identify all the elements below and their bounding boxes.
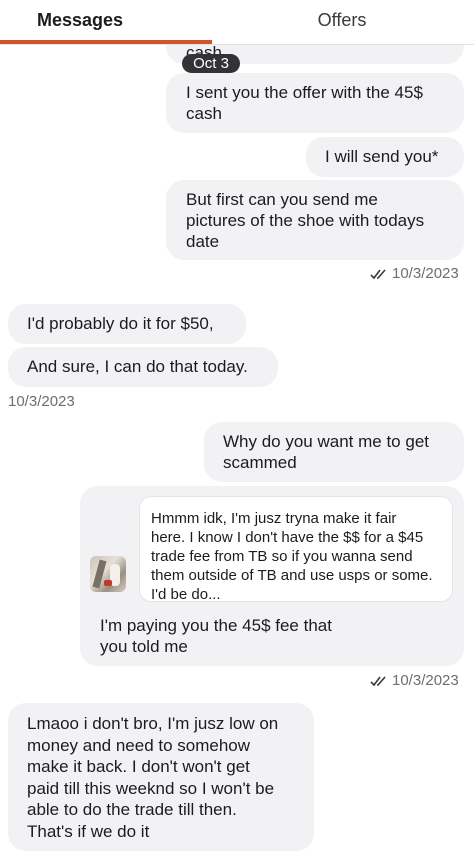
message-line: able to do the trade till then. [27,800,237,819]
quoted-message-card[interactable]: Hmmm idk, I'm jusz tryna make it fair he… [139,496,453,603]
active-tab-indicator [0,40,212,44]
message-line: Why do you want me to get [223,432,429,451]
message-line: scammed [223,453,297,472]
message-bubble-received[interactable]: Lmaoo i don't bro, I'm jusz low on money… [8,703,314,851]
message-bubble-sent[interactable]: But first can you send me pictures of th… [166,180,464,260]
quoted-line: Hmmm idk, I'm jusz tryna make it fair [151,510,397,527]
message-line: you told me [100,637,188,656]
message-line: That's if we do it [27,821,150,841]
message-line: make it back. I don't won't get [27,757,250,776]
message-line: date [186,232,220,251]
message-line: I'm paying you the 45$ fee that [100,616,332,635]
quoted-line: them outside of TB and use usps or some. [151,567,433,584]
tab-bar: Messages Offers [0,0,474,45]
message-bubble-received[interactable]: And sure, I can do that today. [8,347,278,387]
message-bubble-sent[interactable]: Why do you want me to get scammed [204,422,464,482]
message-bubble-received[interactable]: I'd probably do it for $50, [8,304,246,344]
message-bubble-sent[interactable]: I will send you* [306,137,464,177]
quoted-line: here. I know I don't have the $$ for a $… [151,529,424,546]
quoted-line: I'd be do... [151,586,221,603]
status-time: 10/3/2023 [392,672,459,689]
message-line: cash [186,104,222,123]
message-bubble-sent[interactable]: I sent you the offer with the 45$ cash [166,73,464,133]
double-check-icon [370,269,386,280]
quoted-line: trade fee from TB so if you wanna send [151,548,413,565]
status-time: 10/3/2023 [392,265,459,282]
message-line: I sent you the offer with the 45$ [186,83,423,102]
message-line: But first can you send me [186,190,378,209]
message-line: I'd probably do it for $50, [27,314,214,333]
message-status: 10/3/2023 [370,672,459,690]
message-line: And sure, I can do that today. [27,357,248,376]
message-line: money and need to somehow [27,735,251,755]
tab-messages[interactable]: Messages [0,0,160,42]
tab-offers[interactable]: Offers [230,0,454,42]
reply-text: I'm paying you the 45$ fee that you told… [100,615,332,657]
date-separator: Oct 3 [182,54,240,73]
shoe-thumbnail[interactable] [90,556,126,592]
message-line: pictures of the shoe with todays [186,211,425,230]
received-time: 10/3/2023 [8,393,75,410]
message-status: 10/3/2023 [370,265,459,283]
message-line: paid till this weeknd so I won't be [27,778,275,798]
double-check-icon [370,676,386,687]
message-line: I will send you* [325,147,439,166]
message-line: Lmaoo i don't bro, I'm jusz low on [27,714,279,733]
